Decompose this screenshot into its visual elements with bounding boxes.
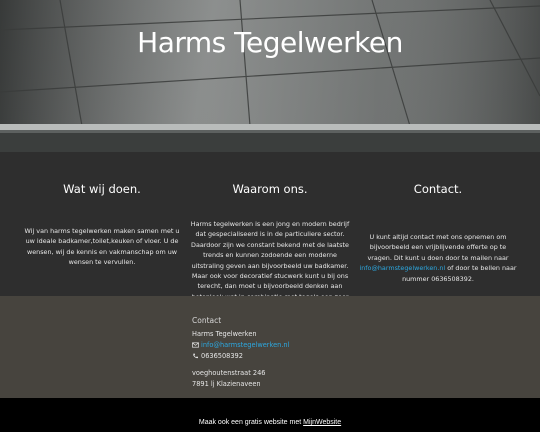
email-link[interactable]: info@harmstegelwerken.nl xyxy=(359,264,445,272)
column-text: U kunt altijd contact met ons opnemen om… xyxy=(358,232,518,284)
phone-row: 0636508392 xyxy=(192,351,289,362)
phone-icon xyxy=(193,353,199,359)
footer-text: Maak ook een gratis website met MijnWebs… xyxy=(0,419,540,426)
footer: Maak ook een gratis website met MijnWebs… xyxy=(0,398,540,432)
contact-text-start: U kunt altijd contact met ons opnemen om… xyxy=(367,233,509,262)
column-heading: Waarom ons. xyxy=(232,182,308,196)
tile-floor-image xyxy=(0,0,540,152)
site-title: Harms Tegelwerken xyxy=(137,26,403,59)
column-what-we-do: Wat wij doen. Wij van harms tegelwerken … xyxy=(22,182,182,268)
contact-city: 7891 lj Klazienaveen xyxy=(192,380,261,388)
email-row: info@harmstegelwerken.nl xyxy=(192,340,289,351)
contact-details: Contact Harms Tegelwerken info@harmstege… xyxy=(192,316,289,390)
envelope-icon xyxy=(192,342,199,348)
column-heading: Contact. xyxy=(413,182,463,196)
contact-phone: 0636508392 xyxy=(201,352,243,360)
contact-title: Contact xyxy=(192,316,222,325)
column-why-us: Waarom ons. Harms tegelwerken is een jon… xyxy=(190,182,350,313)
contact-email-link[interactable]: info@harmstegelwerken.nl xyxy=(201,341,289,349)
column-text: Wij van harms tegelwerken maken samen me… xyxy=(24,227,180,267)
footer-label: Maak ook een gratis website met xyxy=(198,419,304,426)
column-heading: Wat wij doen. xyxy=(63,182,141,196)
footer-link[interactable]: MijnWebsite xyxy=(303,419,341,426)
column-contact: Contact. U kunt altijd contact met ons o… xyxy=(358,182,518,284)
contact-street: voeghoutenstraat 246 xyxy=(192,369,266,377)
company-name: Harms Tegelwerken xyxy=(192,330,257,338)
contact-section: Contact Harms Tegelwerken info@harmstege… xyxy=(0,296,540,398)
info-section: Wat wij doen. Wij van harms tegelwerken … xyxy=(0,152,540,311)
hero-banner: Harms Tegelwerken xyxy=(0,0,540,152)
